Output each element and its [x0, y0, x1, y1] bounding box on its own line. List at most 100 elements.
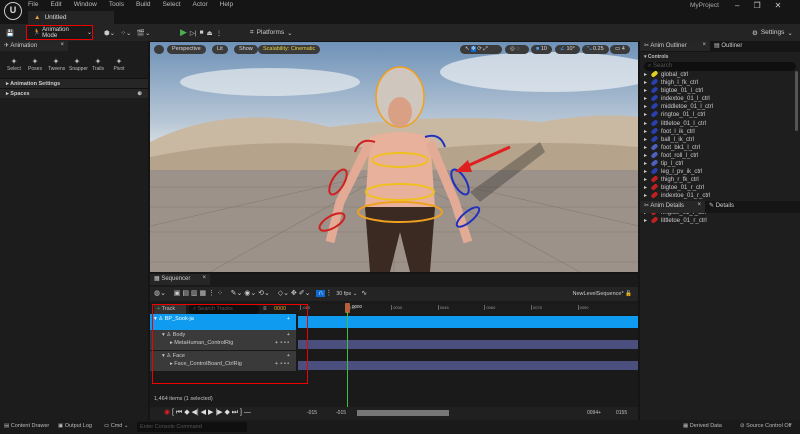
menu-item-tools[interactable]: Tools — [109, 1, 124, 8]
outliner-item[interactable]: ▸ leg_l_pv_ik_ctrl — [640, 167, 800, 176]
settings-button[interactable]: ⚙ Settings ⌄ — [752, 27, 793, 38]
search-tracks-input[interactable]: ⌕ Search Tracks — [189, 305, 259, 314]
tools-icon[interactable]: ✎⌄ ◉⌄ ⟲⌄ — [231, 290, 270, 297]
level-viewport[interactable]: Perspective Lit Show Scalability: Cinema… — [150, 42, 638, 272]
menu-item-window[interactable]: Window — [74, 1, 97, 8]
outliner-item[interactable]: ▸ foot_roll_l_ctrl — [640, 151, 800, 160]
expand-icon[interactable]: ▸ — [644, 121, 647, 127]
view-end[interactable]: 0094+ — [587, 410, 601, 416]
perspective-button[interactable]: Perspective — [167, 45, 206, 54]
menu-item-file[interactable]: File — [28, 1, 38, 8]
eject-icon[interactable]: ⏏ — [207, 29, 213, 37]
outliner-item[interactable]: ▸ indextoe_01_r_ctrl — [640, 191, 800, 200]
outliner-item[interactable]: ▸ littletoe_01_r_ctrl — [640, 215, 800, 225]
tool-trails[interactable]: ✦ Trails — [90, 57, 106, 72]
stop-icon[interactable]: ■ — [200, 29, 204, 36]
section-spaces[interactable]: ▸ Spaces ⊕ — [0, 88, 148, 98]
transform-tools[interactable]: ↖ ✥ ⟳ ⤢ — [460, 45, 502, 54]
add-actor-button[interactable]: ⬢⌄ ⁘⌄ 🎬⌄ — [104, 27, 150, 38]
tab-outliner[interactable]: ▤ Outliner — [710, 41, 747, 51]
filter-icon[interactable]: ≡ — [263, 306, 267, 312]
menu-item-build[interactable]: Build — [136, 1, 150, 8]
range-start[interactable]: -015 — [307, 410, 317, 416]
outliner-item[interactable]: ▸ thigh_l_fk_ctrl — [640, 78, 800, 87]
expand-icon[interactable]: ▸ — [644, 129, 647, 135]
outliner-item[interactable]: ▸ tip_l_ctrl — [640, 159, 800, 168]
snap-icon[interactable]: ∩ — [316, 290, 326, 297]
timeline-scrollbar[interactable] — [357, 410, 449, 416]
tab-anim-details[interactable]: ✂ Anim Details × — [640, 201, 705, 213]
scrollbar[interactable] — [795, 71, 798, 131]
close-icon[interactable]: × — [202, 275, 206, 281]
current-frame-field[interactable]: 0000 — [274, 306, 286, 312]
expand-icon[interactable]: ▸ — [644, 88, 647, 94]
source-control-button[interactable]: ⊘ Source Control Off — [740, 423, 792, 429]
outliner-item[interactable]: ▸ bigtoe_01_l_ctrl — [640, 86, 800, 95]
track-row[interactable]: ▸ Face_ControlBoard_CtrlRig + ∘∘∘ — [150, 359, 296, 371]
tool-poses[interactable]: ✦ Poses — [27, 57, 43, 72]
range-end[interactable]: 0155 — [616, 410, 627, 416]
add-icon[interactable]: + — [287, 316, 290, 322]
menu-item-edit[interactable]: Edit — [50, 1, 61, 8]
track-bar-face[interactable] — [298, 361, 638, 370]
add-space-icon[interactable]: ⊕ — [137, 91, 142, 97]
outliner-item[interactable]: ▸ foot_l_ik_ctrl — [640, 126, 800, 136]
expand-icon[interactable]: ▸ — [644, 96, 647, 102]
view-start[interactable]: -015 — [336, 410, 346, 416]
tab-anim-outliner[interactable]: ✂ Anim Outliner × — [640, 41, 710, 51]
tool-tweens[interactable]: ✦ Tweens — [48, 57, 65, 72]
unreal-logo[interactable]: U — [4, 2, 22, 20]
outliner-item[interactable]: ▸ bigtoe_01_r_ctrl — [640, 183, 800, 192]
restore-icon[interactable]: ❐ — [753, 1, 760, 10]
transport-controls[interactable]: ◉ [ ⏮ ◆ ◀| ◀ ▶ |▶ ◆ ⏭ ] — — [164, 408, 251, 417]
expand-icon[interactable]: ▸ — [644, 72, 647, 78]
outliner-item[interactable]: ▸ ringtoe_01_l_ctrl — [640, 110, 800, 119]
add-icon[interactable]: + ∘∘∘ — [275, 361, 290, 367]
content-drawer-button[interactable]: ▤ Content Drawer — [4, 423, 49, 429]
close-icon[interactable]: × — [702, 42, 706, 48]
track-row[interactable]: ▾ ♙ BP_Sook-ja + — [150, 314, 296, 330]
fps-dropdown[interactable]: 30 fps ⌄ — [336, 291, 357, 297]
outliner-item[interactable]: ▸ ball_l_ik_ctrl — [640, 134, 800, 144]
expand-icon[interactable]: ▸ — [644, 104, 647, 110]
outliner-item[interactable]: ▸ indextoe_01_l_ctrl — [640, 94, 800, 103]
save-icon[interactable]: ▣ ▤ ▥ ▦ ⋮ ⁘ — [174, 290, 223, 297]
key-icon[interactable]: ◇⌄ ✥ ✐⌄ — [278, 290, 311, 297]
outliner-search[interactable]: ⌕ Search — [644, 62, 796, 71]
outliner-item[interactable]: ▸ middletoe_01_l_ctrl — [640, 102, 800, 111]
expand-icon[interactable]: ▸ — [644, 153, 647, 159]
save-icon[interactable]: 💾 — [6, 27, 14, 38]
controls-section[interactable]: ▾ Controls — [640, 52, 800, 62]
tool-pivot[interactable]: ✦ Pivot — [111, 57, 127, 72]
world-icon[interactable]: ◍⌄ — [154, 290, 166, 297]
expand-icon[interactable]: ▸ — [644, 193, 647, 199]
expand-icon[interactable]: ▸ — [644, 145, 647, 151]
expand-icon[interactable]: ▸ — [644, 137, 647, 143]
curve-icon[interactable]: ∿ — [361, 290, 367, 297]
expand-icon[interactable]: ▸ — [644, 185, 647, 191]
viewport-menu-button[interactable] — [154, 45, 164, 54]
expand-icon[interactable]: ▸ — [644, 112, 647, 118]
console-input[interactable]: Enter Console Command — [137, 422, 247, 432]
derived-data-button[interactable]: ▦ Derived Data — [683, 423, 722, 429]
show-button[interactable]: Show — [234, 45, 258, 54]
document-tab[interactable]: ▲ Untitled — [28, 11, 114, 24]
tab-sequencer[interactable]: ▦ Sequencer × — [150, 274, 210, 285]
tab-details[interactable]: ✎ Details — [705, 201, 739, 211]
add-track-button[interactable]: + Track — [154, 305, 186, 314]
outliner-item[interactable]: ▸ foot_bk1_l_ctrl — [640, 143, 800, 152]
menu-item-help[interactable]: Help — [220, 1, 233, 8]
more-icon[interactable]: ⋮ — [216, 29, 223, 37]
surface-snap-icon[interactable]: ◎ ◌ — [505, 45, 529, 54]
tool-select[interactable]: ✦ Select — [6, 57, 22, 72]
play-icon[interactable]: ▶ — [180, 27, 187, 38]
section-animation-settings[interactable]: ▸ Animation Settings — [0, 78, 148, 88]
outliner-item[interactable]: ▸ littletoe_01_l_ctrl — [640, 118, 800, 128]
close-icon[interactable]: × — [697, 202, 701, 208]
expand-icon[interactable]: ▸ — [644, 161, 647, 167]
expand-icon[interactable]: ▸ — [644, 169, 647, 175]
step-icon[interactable]: ▷| — [190, 29, 197, 37]
scalability-button[interactable]: Scalability: Cinematic — [258, 45, 321, 54]
track-bar-body[interactable] — [298, 340, 638, 349]
close-icon[interactable]: ✕ — [775, 1, 782, 10]
